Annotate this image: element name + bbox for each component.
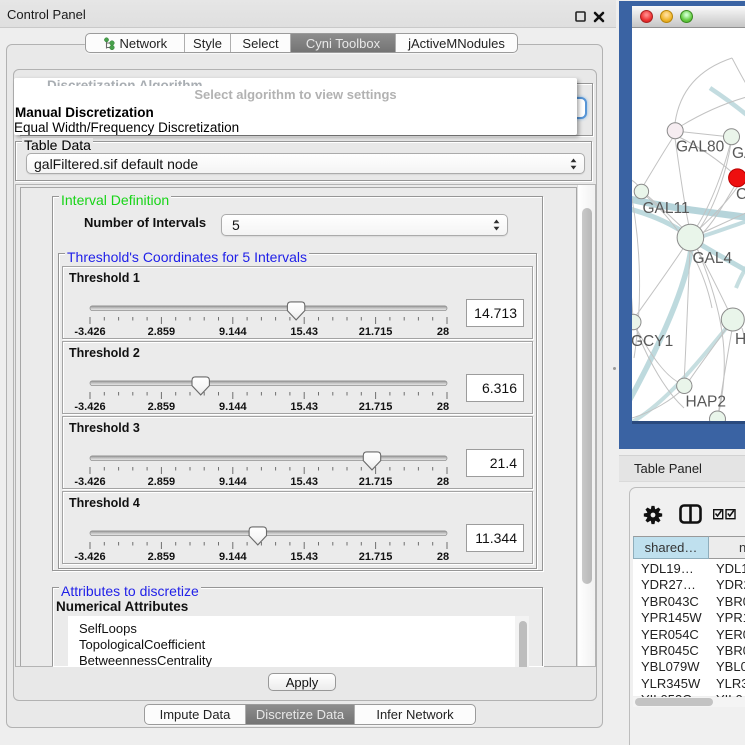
svg-text:H: H — [735, 331, 745, 348]
svg-text:GAL4: GAL4 — [693, 250, 733, 267]
svg-text:GCY1: GCY1 — [632, 333, 673, 350]
svg-text:C: C — [736, 186, 745, 203]
svg-text:GAL11: GAL11 — [643, 200, 690, 217]
svg-text:GAL80: GAL80 — [676, 139, 725, 156]
svg-text:HAP2: HAP2 — [686, 394, 727, 411]
svg-text:GA: GA — [732, 145, 745, 162]
